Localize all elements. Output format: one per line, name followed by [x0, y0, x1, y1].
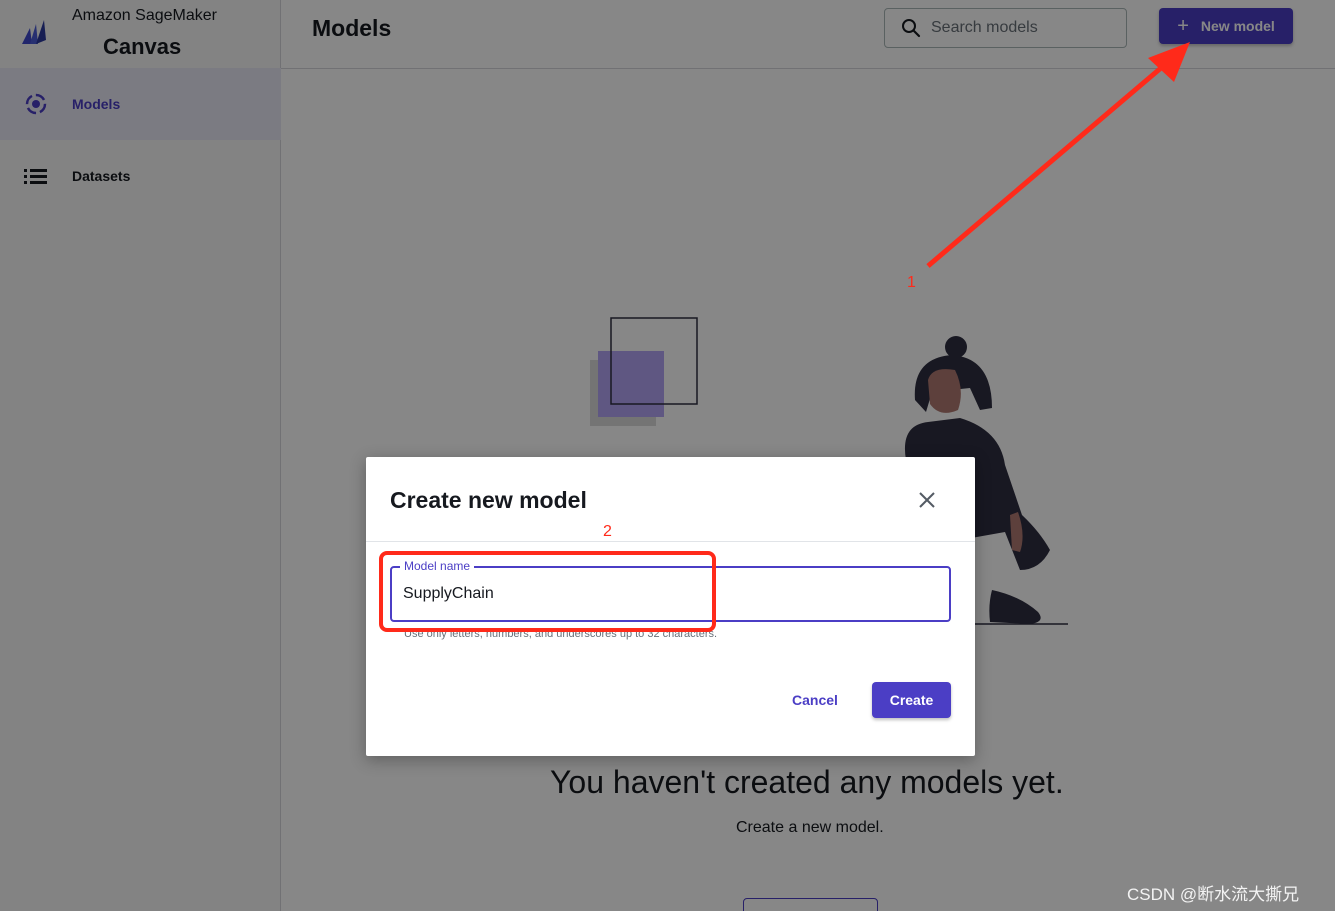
modal-overlay — [0, 0, 1335, 911]
create-button[interactable]: Create — [872, 682, 951, 718]
cancel-button[interactable]: Cancel — [777, 682, 853, 718]
watermark: CSDN @断水流大撕兄 — [1127, 885, 1300, 904]
annotation-step-1: 1 — [907, 274, 916, 291]
close-icon[interactable] — [914, 487, 940, 513]
dialog-divider — [366, 541, 975, 542]
annotation-step-2: 2 — [603, 523, 612, 540]
dialog-title: Create new model — [390, 487, 587, 513]
annotation-highlight-box — [379, 551, 716, 632]
